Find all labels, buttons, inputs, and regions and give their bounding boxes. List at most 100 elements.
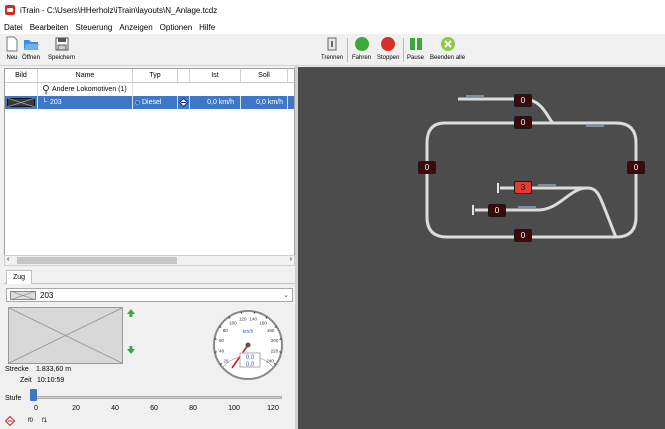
function-f1-button[interactable]: f1 [42, 418, 47, 424]
stop-label: Stoppen [377, 55, 400, 61]
cancel-circle-icon [440, 36, 456, 52]
col-header-bild[interactable]: Bild [5, 69, 38, 82]
gauge-tick-label: 160 [259, 321, 267, 326]
gauge-tick-label: 60 [219, 338, 225, 343]
open-label: Öffnen [22, 55, 40, 61]
disconnect-button[interactable]: Trennen [321, 36, 343, 61]
col-header-direction[interactable] [178, 69, 190, 82]
menu-bar: Datei Bearbeiten Steuerung Anzeigen Opti… [0, 20, 665, 34]
slider-tick-label: 100 [228, 405, 240, 412]
tree-node-icon [43, 84, 49, 94]
window-title: iTrain - C:\Users\HHerholz\iTrain\layout… [20, 5, 218, 15]
save-label: Speichern [48, 55, 76, 61]
menu-optionen[interactable]: Optionen [160, 23, 192, 32]
speed-slider-track[interactable] [30, 396, 282, 399]
speedometer: 20 40 60 80100120 140160180 200 220 240 km/h 0,… [213, 310, 283, 380]
strecke-value: 1.833,60 m [36, 366, 72, 373]
direction-toggle-icon[interactable] [5, 416, 15, 426]
tree-branch-icon: └ [42, 99, 47, 106]
diesel-type-icon [135, 100, 140, 105]
pause-label: Pause [407, 55, 425, 61]
loco-thumb-icon [10, 290, 36, 300]
stop-button[interactable]: Stoppen [377, 36, 399, 61]
gauge-tick-label: 140 [250, 317, 258, 322]
loco-soll-cell: 0,0 km/h [241, 96, 288, 109]
slider-tick-label: 0 [34, 405, 38, 412]
route-markers [466, 95, 604, 208]
signal-indicator[interactable]: 0 [627, 161, 645, 174]
gauge-tick-label: 180 [267, 328, 275, 333]
direction-diamond-icon [179, 98, 188, 107]
loco-type: Diesel [142, 99, 162, 106]
save-button[interactable]: Speichern [48, 36, 75, 61]
signal-indicator[interactable]: 0 [514, 229, 532, 242]
save-disk-icon [54, 36, 70, 52]
arrow-down-icon[interactable] [126, 345, 136, 355]
gauge-tick-label: 220 [271, 349, 279, 354]
loco-name: 203 [49, 99, 62, 106]
end-all-button[interactable]: Beenden alle [430, 36, 465, 61]
speed-slider-thumb[interactable] [30, 389, 37, 401]
gauge-tick-label: 200 [271, 338, 279, 343]
signal-indicator[interactable]: 0 [488, 204, 506, 217]
table-row[interactable]: └ 203 Diesel 0,0 km/h 0,0 km/h [5, 96, 294, 109]
horizontal-scrollbar[interactable]: ‹ › [4, 255, 295, 266]
signal-indicator[interactable]: 0 [514, 94, 532, 107]
zeit-label: Zeit [20, 377, 32, 384]
menu-hilfe[interactable]: Hilfe [199, 23, 215, 32]
loco-select[interactable]: 203 ⌄ [6, 288, 293, 302]
green-light-icon [354, 36, 370, 52]
arrow-up-icon[interactable] [126, 308, 136, 318]
table-group-row[interactable]: Andere Lokomotiven (1) [5, 83, 294, 96]
slider-tick-label: 40 [111, 405, 119, 412]
col-header-typ[interactable]: Typ [133, 69, 178, 82]
col-header-ist[interactable]: Ist [190, 69, 241, 82]
scroll-left-icon[interactable]: ‹ [7, 256, 9, 263]
disconnect-label: Trennen [321, 55, 344, 61]
go-label: Fahren [352, 55, 372, 61]
slider-tick-label: 60 [150, 405, 158, 412]
new-file-icon [4, 36, 20, 52]
new-button[interactable]: Neu [4, 36, 20, 61]
open-button[interactable]: Öffnen [22, 36, 40, 61]
table-header: Bild Name Typ Ist Soll [5, 69, 294, 83]
menu-anzeigen[interactable]: Anzeigen [119, 23, 152, 32]
signal-indicator-active[interactable]: 3 [514, 181, 532, 194]
group-cell-name: Andere Lokomotiven (1) [38, 83, 133, 96]
menu-bearbeiten[interactable]: Bearbeiten [30, 23, 69, 32]
gauge-readout-top: 0,0 [246, 355, 255, 361]
track-layout-panel: 0 0 0 0 3 0 0 [298, 67, 665, 429]
loco-placeholder-icon [7, 98, 35, 107]
menu-datei[interactable]: Datei [4, 23, 23, 32]
gauge-hub [245, 342, 251, 348]
end-all-label: Beenden alle [430, 55, 466, 61]
pause-icon [408, 36, 424, 52]
col-header-soll[interactable]: Soll [241, 69, 288, 82]
function-f0-button[interactable]: f0 [28, 418, 33, 424]
loco-type-cell: Diesel [133, 96, 178, 109]
signal-indicator[interactable]: 0 [418, 161, 436, 174]
loco-name-cell: └ 203 [38, 96, 133, 109]
toolbar: Neu Öffnen Speichern Trennen Fahren Stop… [0, 34, 665, 66]
stufe-label: Stufe [5, 395, 22, 402]
signal-indicator[interactable]: 0 [514, 116, 532, 129]
scroll-thumb[interactable] [17, 257, 177, 264]
scroll-right-icon[interactable]: › [290, 256, 292, 263]
locomotive-table: Bild Name Typ Ist Soll Andere Lokomotive… [4, 68, 295, 266]
loco-ist-cell: 0,0 km/h [190, 96, 241, 109]
menu-steuerung[interactable]: Steuerung [75, 23, 112, 32]
go-button[interactable]: Fahren [352, 36, 371, 61]
track-diagram [425, 95, 638, 239]
pause-button[interactable]: Pause [407, 36, 424, 61]
loco-direction-cell [178, 96, 190, 109]
chevron-down-icon[interactable]: ⌄ [283, 291, 289, 299]
gauge-tick-label: 120 [239, 317, 247, 322]
toolbar-divider [347, 38, 348, 62]
gauge-tick-label: 240 [266, 359, 274, 364]
title-bar: iTrain - C:\Users\HHerholz\iTrain\layout… [0, 0, 665, 20]
loco-image-placeholder [8, 307, 123, 364]
tab-zug[interactable]: Zug [6, 270, 32, 284]
panel-tabs: Zug [4, 270, 295, 284]
gauge-readout-bottom: 0,0 [246, 362, 255, 368]
col-header-name[interactable]: Name [38, 69, 133, 82]
